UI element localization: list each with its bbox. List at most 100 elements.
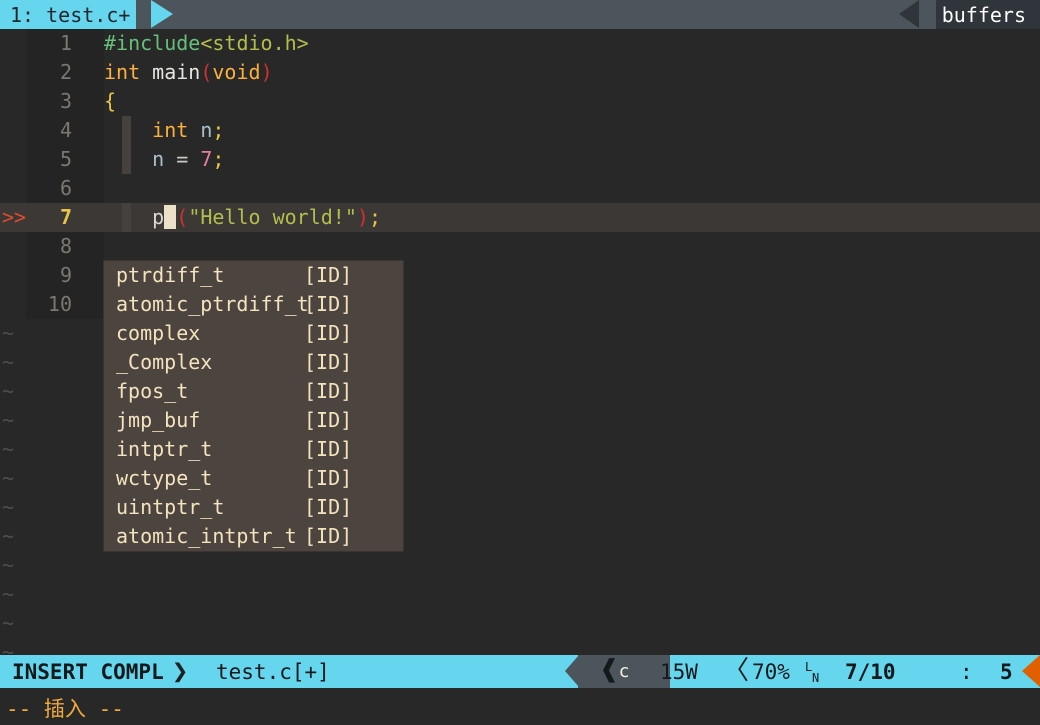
line-number: 2 bbox=[26, 58, 74, 87]
code-text: int main(void) bbox=[104, 58, 273, 87]
code-line[interactable]: 6 bbox=[0, 174, 1040, 203]
sign-column bbox=[0, 290, 26, 319]
code-token: = bbox=[176, 147, 189, 171]
sign-column bbox=[0, 174, 26, 203]
gutter-pad bbox=[74, 116, 104, 145]
code-token: 7 bbox=[200, 147, 213, 171]
code-token: n bbox=[200, 118, 213, 142]
tab-test-c[interactable]: 1: test.c+ bbox=[0, 0, 137, 29]
completion-item[interactable]: _Complex [ID] bbox=[104, 348, 403, 377]
code-line[interactable]: 4 int n; bbox=[0, 116, 1040, 145]
completion-item[interactable]: uintptr_t [ID] bbox=[104, 493, 403, 522]
code-token: <stdio.h> bbox=[200, 31, 309, 55]
sign-column bbox=[0, 58, 26, 87]
completion-kind: [ID] bbox=[304, 408, 353, 432]
gutter-pad bbox=[74, 290, 104, 319]
empty-line-marker: ~ bbox=[2, 466, 15, 490]
completion-item[interactable]: atomic_ptrdiff_t [ID] bbox=[104, 290, 403, 319]
completion-kind: [ID] bbox=[304, 292, 353, 316]
completion-word: intptr_t bbox=[116, 437, 213, 461]
completion-word: jmp_buf bbox=[116, 408, 201, 432]
completion-word: ptrdiff_t bbox=[116, 263, 225, 287]
empty-line-markers: ~ ~ ~ ~ ~ ~ ~ ~ ~ ~ ~ ~ bbox=[0, 319, 26, 667]
code-token: { bbox=[104, 89, 117, 113]
message-line: -- 插入 -- bbox=[0, 690, 1040, 725]
code-token bbox=[164, 205, 177, 229]
completion-word: atomic_ptrdiff_t bbox=[116, 292, 309, 316]
code-token: ( bbox=[200, 60, 213, 84]
sign-marker-icon: >> bbox=[2, 205, 27, 229]
buffers-arrow-icon bbox=[899, 0, 919, 28]
completion-item[interactable]: wctype_t [ID] bbox=[104, 464, 403, 493]
status-mode: INSERT COMPL bbox=[0, 655, 164, 688]
status-colon: : bbox=[960, 659, 973, 684]
status-right-arrow-icon bbox=[1022, 655, 1040, 687]
code-token: ( bbox=[176, 205, 189, 229]
buffers-button[interactable]: buffers bbox=[935, 0, 1040, 29]
statusline: INSERT COMPL ❯ test.c[+] c ❰ 15W 〈 70% L… bbox=[0, 655, 1040, 688]
gutter-pad bbox=[74, 261, 104, 290]
completion-item[interactable]: atomic_intptr_t [ID] bbox=[104, 522, 403, 551]
code-line[interactable]: 3{ bbox=[0, 87, 1040, 116]
completion-item[interactable]: ptrdiff_t [ID] bbox=[104, 261, 403, 290]
message-text: -- 插入 -- bbox=[6, 696, 124, 721]
code-line[interactable]: 2 int main(void) bbox=[0, 58, 1040, 87]
status-column: 5 bbox=[1000, 659, 1013, 684]
code-token: int bbox=[104, 60, 141, 84]
status-thin-chevron-icon: 〈 bbox=[723, 656, 750, 686]
line-number: 9 bbox=[26, 261, 74, 290]
code-token: #include bbox=[104, 31, 201, 55]
line-number: 6 bbox=[26, 174, 74, 203]
status-position: 7/10 bbox=[845, 659, 896, 684]
code-line[interactable]: >> 7 p ("Hello world!"); bbox=[0, 203, 1040, 232]
status-separator-icon: ❯ bbox=[172, 656, 189, 687]
empty-line-marker: ~ bbox=[2, 553, 15, 577]
completion-kind: [ID] bbox=[304, 524, 353, 548]
completion-word: wctype_t bbox=[116, 466, 213, 490]
code-token: ) bbox=[260, 60, 273, 84]
completion-word: _Complex bbox=[116, 350, 213, 374]
line-number: 5 bbox=[26, 145, 74, 174]
completion-kind: [ID] bbox=[304, 495, 353, 519]
empty-line-marker: ~ bbox=[2, 437, 15, 461]
code-token: ; bbox=[212, 118, 225, 142]
code-line[interactable]: 1 #include<stdio.h> bbox=[0, 29, 1040, 58]
sign-column bbox=[0, 145, 26, 174]
status-percent: 70% bbox=[752, 659, 790, 684]
empty-line-marker: ~ bbox=[2, 524, 15, 548]
completion-item[interactable]: complex [ID] bbox=[104, 319, 403, 348]
tab-arrow-icon bbox=[151, 0, 173, 28]
buffers-label: buffers bbox=[941, 2, 1026, 27]
line-number: 8 bbox=[26, 232, 74, 261]
empty-line-marker: ~ bbox=[2, 321, 15, 345]
empty-line-marker: ~ bbox=[2, 582, 15, 606]
code-token: main bbox=[152, 60, 201, 84]
completion-kind: [ID] bbox=[304, 466, 353, 490]
code-line[interactable]: 5 n = 7; bbox=[0, 145, 1040, 174]
sign-column bbox=[0, 29, 26, 58]
tab-label: 1: test.c+ bbox=[10, 2, 131, 27]
completion-item[interactable]: fpos_t [ID] bbox=[104, 377, 403, 406]
completion-item[interactable]: jmp_buf [ID] bbox=[104, 406, 403, 435]
completion-word: complex bbox=[116, 321, 201, 345]
empty-line-marker: ~ bbox=[2, 379, 15, 403]
completion-kind: [ID] bbox=[304, 321, 353, 345]
gutter-pad bbox=[74, 174, 104, 203]
popup-scrollbar[interactable] bbox=[398, 261, 403, 551]
code-line[interactable]: 8 bbox=[0, 232, 1040, 261]
line-number: 4 bbox=[26, 116, 74, 145]
sign-column bbox=[0, 261, 26, 290]
status-encoding-width: 15W bbox=[660, 659, 698, 684]
code-text: p ("Hello world!"); bbox=[104, 203, 381, 232]
ln-glyph-bottom: N bbox=[812, 670, 820, 685]
completion-popup[interactable]: ptrdiff_t [ID] atomic_ptrdiff_t [ID] complex… bbox=[104, 261, 403, 551]
completion-item[interactable]: intptr_t [ID] bbox=[104, 435, 403, 464]
editor-area[interactable]: ~ ~ ~ ~ ~ ~ ~ ~ ~ ~ ~ ~ 1 #include<stdio.h> 2 int main… bbox=[0, 29, 1040, 664]
line-number: 3 bbox=[26, 87, 74, 116]
gutter-pad bbox=[74, 232, 104, 261]
